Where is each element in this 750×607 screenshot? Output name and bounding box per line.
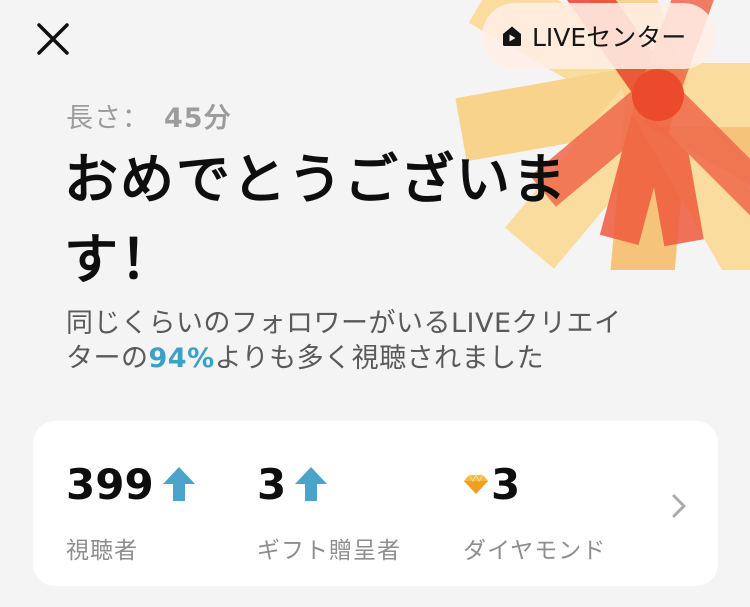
home-icon xyxy=(503,26,521,46)
viewers-label: 視聴者 xyxy=(66,538,138,564)
diamonds-label: ダイヤモンド xyxy=(463,538,607,564)
subtitle-percent: 94% xyxy=(148,343,215,374)
duration-value: 45分 xyxy=(164,103,232,134)
title-line-1: おめでとうございま xyxy=(64,148,568,211)
subtitle-line-2: ターの94%よりも多く視聴されました xyxy=(66,341,706,376)
page-title: おめでとうございま す！ xyxy=(64,140,664,300)
chevron-right-icon[interactable] xyxy=(669,491,689,521)
stat-viewers: 399 視聴者 xyxy=(66,459,196,565)
comparison-subtitle: 同じくらいのフォロワーがいるLIVEクリエイ ターの94%よりも多く視聴されまし… xyxy=(66,306,706,376)
stats-card[interactable]: 399 視聴者 3 ギフト贈呈者 3 ダイヤモンド xyxy=(33,421,718,586)
subtitle-text-after: よりも多く視聴されました xyxy=(214,343,545,374)
stream-duration: 長さ： 45分 xyxy=(66,96,232,135)
diamonds-value: 3 xyxy=(491,459,521,509)
duration-label: 長さ： xyxy=(66,103,150,134)
gifters-label: ギフト贈呈者 xyxy=(257,538,401,564)
live-center-button[interactable]: LIVEセンター xyxy=(482,3,716,69)
close-icon[interactable] xyxy=(34,20,72,58)
stat-gifters: 3 ギフト贈呈者 xyxy=(257,459,401,565)
up-arrow-icon xyxy=(162,467,195,501)
live-center-label: LIVEセンター xyxy=(532,23,687,52)
subtitle-text-before: ターの xyxy=(66,343,149,374)
title-line-2: す！ xyxy=(64,228,176,291)
gifters-value: 3 xyxy=(257,459,287,509)
diamond-icon xyxy=(464,473,488,494)
subtitle-line-1: 同じくらいのフォロワーがいるLIVEクリエイ xyxy=(66,308,622,339)
viewers-value: 399 xyxy=(66,459,154,509)
up-arrow-icon xyxy=(295,467,328,501)
stat-diamonds: 3 ダイヤモンド xyxy=(463,459,606,565)
